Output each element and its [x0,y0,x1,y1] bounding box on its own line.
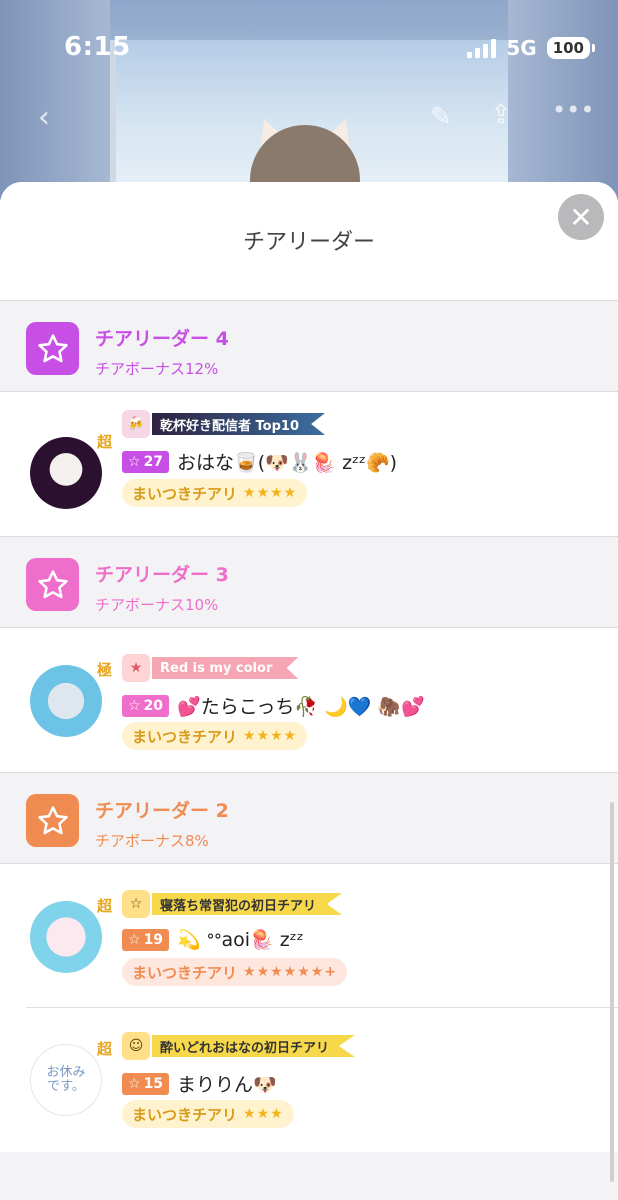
network-type: 5G [506,36,537,60]
battery-icon: 100 [546,37,596,59]
badge: ★ Red is my color [122,654,299,682]
member-name: 💫 ᐤᐤaoi🪼 zᶻᶻ [177,929,304,951]
avatar-image [30,901,102,973]
tier-header-4: チアリーダー 4 チアボーナス12% [0,300,618,392]
member-row[interactable]: 超 ☆ 寝落ち常習犯の初日チアリ ☆ 19 💫 ᐤᐤaoi🪼 zᶻᶻ まいつきチア… [0,864,618,1008]
avatar[interactable]: お休みです。 超 [30,1040,112,1116]
level-number: 19 [143,931,164,948]
star-icon [26,322,79,375]
badge-banner: 乾杯好き配信者 Top10 [152,413,325,435]
title-label: まいつきチアリ [132,1105,238,1124]
title-label: まいつきチアリ [132,484,238,503]
badge: ☆ 寝落ち常習犯の初日チアリ [122,890,343,918]
status-time: 6:15 [64,32,131,62]
title-pill: まいつきチアリ ★★★★★★+ [122,958,348,986]
star-icon [26,794,79,847]
rank-mark: 超 [96,897,112,915]
avatar[interactable]: 超 [30,433,112,509]
title-pill: まいつきチアリ ★★★ [122,1100,294,1128]
status-bar: 6:15 5G 100 [0,0,618,90]
medal-icon: ★ [122,654,150,682]
level-number: 20 [143,697,164,714]
level-badge: ☆ 27 [122,450,170,473]
member-name-row: ☆ 27 おはな🥃(🐶🐰🪼 zᶻᶻ🥐) [122,448,397,475]
member-row[interactable]: 超 🍻 乾杯好き配信者 Top10 ☆ 27 おはな🥃(🐶🐰🪼 zᶻᶻ🥐) まいつ… [0,392,618,536]
title-label: まいつきチアリ [132,963,238,982]
title-label: まいつきチアリ [132,727,238,746]
member-name-row: ☆ 15 まりりん🐶 [122,1070,277,1097]
tier-header-3: チアリーダー 3 チアボーナス10% [0,536,618,628]
tier-bonus: チアボーナス12% [95,360,219,378]
avatar[interactable]: 超 [30,897,112,973]
sheet-title: チアリーダー [242,230,375,255]
level-number: 15 [143,1075,164,1092]
edit-icon[interactable]: ✎ [430,102,452,132]
avatar-image [30,665,102,737]
avatar-image [30,437,102,509]
tier-name: チアリーダー 2 [95,800,229,822]
rank-mark: 超 [96,433,112,451]
rank-mark: 超 [96,1040,112,1058]
member-row[interactable]: 極 ★ Red is my color ☆ 20 💕たらこっち🥀 🌙💙 🦣💕 まい… [0,628,618,772]
status-indicators: 5G 100 [467,36,596,60]
member-name-row: ☆ 19 💫 ᐤᐤaoi🪼 zᶻᶻ [122,928,304,951]
member-name: おはな🥃(🐶🐰🪼 zᶻᶻ🥐) [177,452,398,474]
avatar-image: お休みです。 [30,1044,102,1116]
level-badge: ☆ 19 [122,928,170,951]
title-pill: まいつきチアリ ★★★★ [122,722,308,750]
scrollbar[interactable] [610,802,614,1182]
member-row[interactable]: お休みです。 超 ☺ 酔いどれおはなの初日チアリ ☆ 15 まりりん🐶 まいつきチ… [0,1008,618,1152]
title-stars: ★★★★ [243,485,298,501]
tier-name: チアリーダー 4 [95,328,229,350]
badge-banner: 寝落ち常習犯の初日チアリ [152,893,343,915]
medal-icon: ☺ [122,1032,150,1060]
member-name-row: ☆ 20 💕たらこっち🥀 🌙💙 🦣💕 [122,692,425,719]
back-icon[interactable]: ‹ [38,100,50,135]
member-name: 💕たらこっち🥀 🌙💙 🦣💕 [177,696,425,718]
share-icon[interactable]: ⇪ [490,100,512,130]
badge: ☺ 酔いどれおはなの初日チアリ [122,1032,356,1060]
medal-icon: ☆ [122,890,150,918]
title-stars: ★★★★ [243,728,298,744]
tier-bonus: チアボーナス10% [95,596,219,614]
more-icon[interactable]: ••• [552,96,594,124]
close-button[interactable]: ✕ [558,194,604,240]
title-stars: ★★★★★★+ [243,964,338,980]
star-icon [26,558,79,611]
avatar[interactable]: 極 [30,661,112,737]
signal-icon [467,38,497,58]
cheerleader-sheet: チアリーダー ✕ チアリーダー 4 チアボーナス12% 超 🍻 乾杯好き配信者 … [0,182,618,1200]
badge-banner: Red is my color [152,657,299,679]
medal-icon: 🍻 [122,410,150,438]
tier-name: チアリーダー 3 [95,564,229,586]
level-badge: ☆ 15 [122,1072,170,1095]
rank-mark: 極 [96,661,112,679]
avatar-text: お休みです。 [46,1064,86,1094]
member-name: まりりん🐶 [177,1074,277,1096]
level-badge: ☆ 20 [122,694,170,717]
tier-bonus: チアボーナス8% [95,832,209,850]
badge: 🍻 乾杯好き配信者 Top10 [122,410,325,438]
tier-header-2: チアリーダー 2 チアボーナス8% [0,772,618,864]
level-number: 27 [143,453,164,470]
badge-banner: 酔いどれおはなの初日チアリ [152,1035,356,1057]
title-pill: まいつきチアリ ★★★★ [122,479,308,507]
title-stars: ★★★ [243,1106,284,1122]
sheet-header: チアリーダー ✕ [0,182,618,300]
